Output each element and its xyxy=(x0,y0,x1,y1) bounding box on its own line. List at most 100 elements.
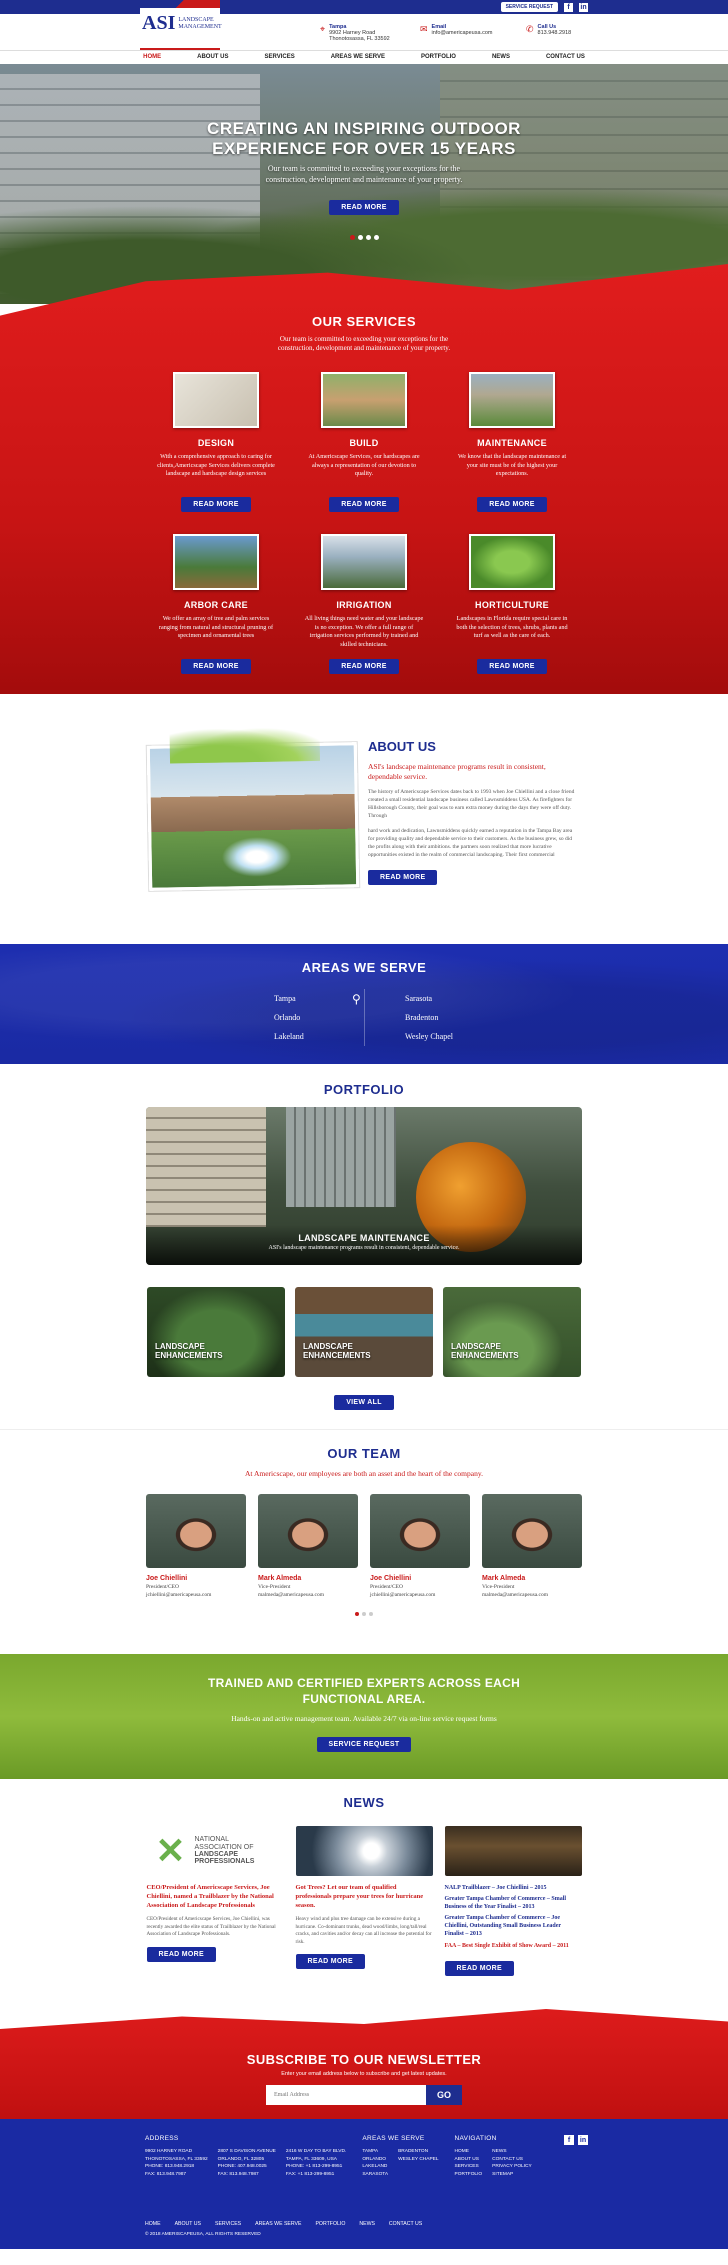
nav-areas[interactable]: AREAS WE SERVE xyxy=(313,51,403,64)
area-item[interactable]: Lakeland xyxy=(274,1027,364,1046)
service-request-top-button[interactable]: SERVICE REQUEST xyxy=(500,2,558,12)
team-member[interactable]: Mark Almeda Vice-President malmeda@ameri… xyxy=(258,1494,358,1598)
footer-link[interactable]: SARASOTA xyxy=(362,2172,388,2177)
member-name: Joe Chiellini xyxy=(146,1575,188,1582)
nav-services[interactable]: SERVICES xyxy=(246,51,312,64)
about-read-more-button[interactable]: READ MORE xyxy=(368,870,438,885)
nav-contact[interactable]: CONTACT US xyxy=(528,51,603,64)
nav-news[interactable]: NEWS xyxy=(474,51,528,64)
team-member[interactable]: Mark Almeda Vice-President malmeda@ameri… xyxy=(482,1494,582,1598)
member-email[interactable]: malmeda@americapeusa.com xyxy=(258,1592,358,1598)
service-horticulture: HORTICULTURE Landscapes in Florida requi… xyxy=(438,533,586,694)
footer-link[interactable]: WESLEY CHAPEL xyxy=(398,2157,438,2162)
service-read-more-button[interactable]: READ MORE xyxy=(181,658,251,674)
service-request-button[interactable]: SERVICE REQUEST xyxy=(316,1737,412,1753)
news-headline[interactable]: CEO/President of Americscape Services, J… xyxy=(147,1884,284,1910)
portfolio-tile[interactable]: LANDSCAPE ENHANCEMENTS xyxy=(147,1287,285,1377)
portfolio-tile[interactable]: LANDSCAPE ENHANCEMENTS xyxy=(295,1287,433,1377)
linkedin-icon[interactable]: in xyxy=(579,2,588,12)
footer-link[interactable]: PRIVACY POLICY xyxy=(492,2164,532,2169)
carousel-dot[interactable] xyxy=(373,234,379,240)
member-email[interactable]: jchiellini@americapeusa.com xyxy=(370,1592,470,1598)
site-footer: ADDRESS 9902 HARNEY ROAD THONOTOSASSA, F… xyxy=(0,2119,728,2249)
footer-text: 2807 S DAVISON AVENUE xyxy=(217,2149,276,2154)
contact-phone[interactable]: ✆ Call Us 813.948.2918 xyxy=(526,24,571,36)
newsletter-go-button[interactable]: GO xyxy=(426,2085,462,2105)
portfolio-view-all-button[interactable]: VIEW ALL xyxy=(334,1395,394,1410)
contact-email[interactable]: ✉ Email info@americapeusa.com xyxy=(420,24,492,36)
area-item[interactable]: Sarasota xyxy=(405,989,494,1008)
areas-right-column: Sarasota Bradenton Wesley Chapel xyxy=(364,989,494,1046)
top-bar: SERVICE REQUEST f in xyxy=(0,0,728,14)
area-item[interactable]: Wesley Chapel xyxy=(405,1027,494,1046)
footer-link[interactable]: SERVICES xyxy=(455,2164,479,2169)
team-member[interactable]: Joe Chiellini President/CEO jchiellini@a… xyxy=(370,1494,470,1598)
footer-link[interactable]: LAKELAND xyxy=(362,2164,387,2169)
portfolio-tile[interactable]: LANDSCAPE ENHANCEMENTS xyxy=(443,1287,581,1377)
area-item[interactable]: Tampa xyxy=(274,989,364,1008)
hero-title-line1: CREATING AN INSPIRING OUTDOOR xyxy=(207,119,521,138)
service-read-more-button[interactable]: READ MORE xyxy=(477,658,547,674)
news-read-more-button[interactable]: READ MORE xyxy=(444,1960,514,1976)
team-member[interactable]: Joe Chiellini President/CEO jchiellini@a… xyxy=(146,1494,246,1598)
footer-link[interactable]: NEWS xyxy=(492,2149,506,2154)
news-read-more-button[interactable]: READ MORE xyxy=(146,1946,216,1962)
service-title: BUILD xyxy=(349,437,379,448)
portfolio-main-building xyxy=(146,1107,266,1227)
portfolio-main-title: LANDSCAPE MAINTENANCE xyxy=(298,1233,430,1243)
portfolio-main-card[interactable]: LANDSCAPE MAINTENANCE ASI's landscape ma… xyxy=(146,1107,582,1265)
service-read-more-button[interactable]: READ MORE xyxy=(181,496,251,512)
service-read-more-button[interactable]: READ MORE xyxy=(477,496,547,512)
carousel-dot[interactable] xyxy=(349,234,355,240)
carousel-dot[interactable] xyxy=(365,234,371,240)
services-subtitle: Our team is committed to exceeding your … xyxy=(0,335,728,354)
logo[interactable]: ASI LANDSCAPE MANAGEMENT xyxy=(140,0,222,50)
footer-text: FAX: 813.948.7987 xyxy=(217,2172,259,2178)
footer-link[interactable]: SITEMAP xyxy=(492,2172,513,2177)
carousel-dot[interactable] xyxy=(362,1612,366,1616)
area-item[interactable]: Bradenton xyxy=(405,1008,494,1027)
certified-subtitle: Hands-on and active management team. Ava… xyxy=(231,1714,497,1724)
email-field[interactable] xyxy=(266,2085,426,2105)
hero-read-more-button[interactable]: READ MORE xyxy=(329,199,399,215)
service-arbor-care: ARBOR CARE We offer an array of tree and… xyxy=(142,533,290,694)
carousel-dot[interactable] xyxy=(355,1612,359,1616)
footer-nav-about[interactable]: ABOUT US xyxy=(175,2221,201,2227)
carousel-dot[interactable] xyxy=(369,1612,373,1616)
avatar xyxy=(370,1494,470,1568)
member-email[interactable]: jchiellini@americapeusa.com xyxy=(146,1592,246,1598)
footer-link[interactable]: HOME xyxy=(455,2149,469,2154)
footer-link[interactable]: TAMPA xyxy=(362,2149,378,2154)
newsletter-section: SUBSCRIBE TO OUR NEWSLETTER Enter your e… xyxy=(0,2009,728,2119)
footer-link[interactable]: PORTFOLIO xyxy=(455,2172,483,2177)
footer-text: THONOTOSASSA, FL 33592 xyxy=(145,2156,208,2162)
service-read-more-button[interactable]: READ MORE xyxy=(329,496,399,512)
footer-text: TAMPA, FL 33609, USA xyxy=(285,2156,337,2162)
footer-nav-contact[interactable]: CONTACT US xyxy=(389,2221,422,2227)
member-email[interactable]: malmeda@americapeusa.com xyxy=(482,1592,582,1598)
nav-home[interactable]: HOME xyxy=(125,51,179,64)
carousel-dot[interactable] xyxy=(357,234,363,240)
footer-link[interactable]: CONTACT US xyxy=(492,2157,523,2162)
area-item[interactable]: Orlando xyxy=(274,1008,364,1027)
facebook-icon[interactable]: f xyxy=(564,2135,574,2145)
services-sub-line1: Our team is committed to exceeding your … xyxy=(279,335,449,343)
news-headline[interactable]: Got Trees? Let our team of qualified pro… xyxy=(296,1884,433,1910)
footer-nav-news[interactable]: NEWS xyxy=(359,2221,375,2227)
footer-nav-areas[interactable]: AREAS WE SERVE xyxy=(255,2221,301,2227)
nav-about[interactable]: ABOUT US xyxy=(179,51,246,64)
footer-link[interactable]: ORLANDO xyxy=(362,2157,386,2162)
footer-nav-home[interactable]: HOME xyxy=(145,2221,161,2227)
service-read-more-button[interactable]: READ MORE xyxy=(329,658,399,674)
footer-link[interactable]: ABOUT US xyxy=(455,2157,479,2162)
linkedin-icon[interactable]: in xyxy=(578,2135,588,2145)
footer-link[interactable]: BRADENTON xyxy=(398,2149,428,2154)
service-text: We offer an array of tree and palm servi… xyxy=(158,614,274,640)
footer-nav-services[interactable]: SERVICES xyxy=(215,2221,241,2227)
avatar xyxy=(146,1494,246,1568)
member-role: Vice-President xyxy=(482,1584,515,1590)
footer-nav-portfolio[interactable]: PORTFOLIO xyxy=(315,2221,345,2227)
facebook-icon[interactable]: f xyxy=(564,2,573,12)
nav-portfolio[interactable]: PORTFOLIO xyxy=(403,51,474,64)
news-read-more-button[interactable]: READ MORE xyxy=(295,1954,365,1970)
